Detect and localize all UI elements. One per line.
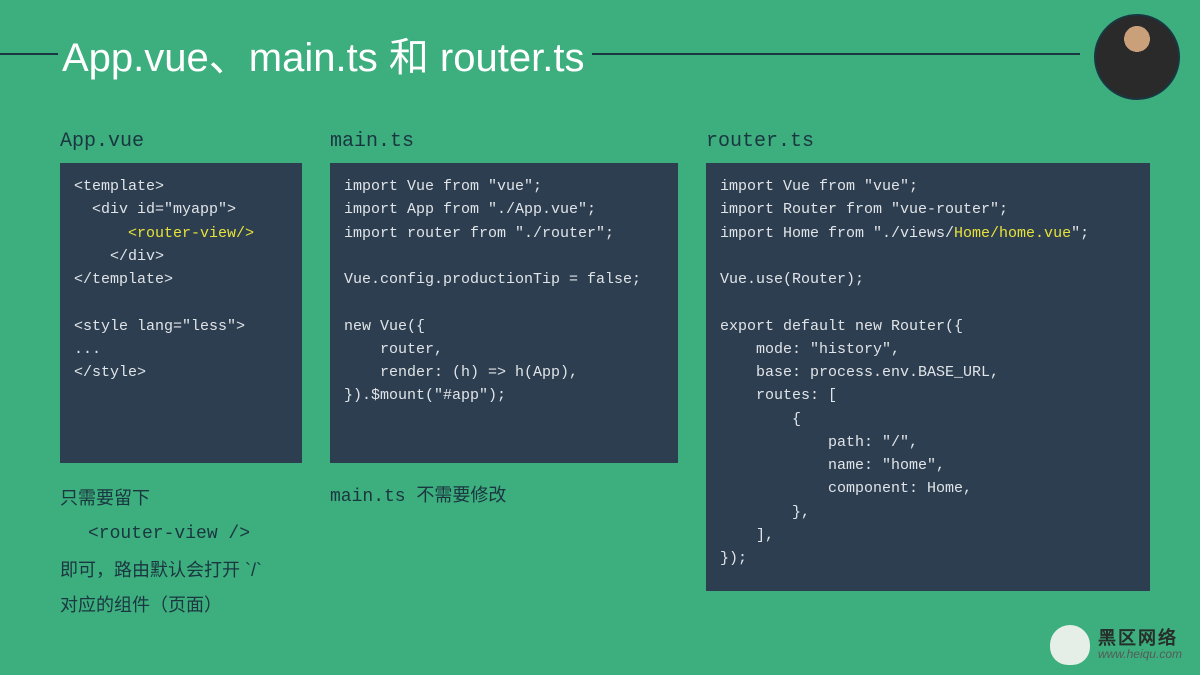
note-mono: main.ts (330, 487, 416, 507)
watermark-cn: 黑区网络 (1098, 629, 1182, 648)
column-app-vue: App.vue <template> <div id="myapp"> <rou… (60, 130, 302, 622)
note-line: 即可，路由默认会打开 `/` (60, 553, 302, 587)
column-heading-router: router.ts (706, 130, 1150, 153)
presenter-avatar (1094, 14, 1180, 100)
mushroom-icon (1050, 625, 1090, 665)
note-line: 对应的组件（页面） (60, 588, 302, 622)
code-block-main: import Vue from "vue"; import App from "… (330, 163, 678, 463)
watermark-text: 黑区网络 www.heiqu.com (1098, 629, 1182, 660)
page-title: App.vue、main.ts 和 router.ts (58, 25, 592, 83)
column-heading-app: App.vue (60, 130, 302, 153)
note-cjk: 不需要修改 (416, 485, 506, 505)
note-app: 只需要留下 <router-view /> 即可，路由默认会打开 `/` 对应的… (60, 481, 302, 622)
content-columns: App.vue <template> <div id="myapp"> <rou… (0, 80, 1200, 622)
code-highlight: Home/home.vue (954, 225, 1071, 242)
note-line: 只需要留下 (60, 481, 302, 515)
code-highlight: <router-view/> (128, 225, 254, 242)
watermark-en: www.heiqu.com (1098, 648, 1182, 661)
column-router-ts: router.ts import Vue from "vue"; import … (706, 130, 1150, 622)
code-block-router: import Vue from "vue"; import Router fro… (706, 163, 1150, 591)
note-code-inline: <router-view /> (60, 517, 302, 551)
code-text: "; Vue.use(Router); export default new R… (720, 225, 1089, 568)
column-main-ts: main.ts import Vue from "vue"; import Ap… (330, 130, 678, 622)
watermark: 黑区网络 www.heiqu.com (1050, 625, 1182, 665)
title-rule-left (0, 53, 58, 55)
column-heading-main: main.ts (330, 130, 678, 153)
note-main: main.ts 不需要修改 (330, 481, 678, 507)
title-rule-right (592, 53, 1080, 55)
title-bar: App.vue、main.ts 和 router.ts (0, 0, 1200, 80)
code-text: </div> </template> <style lang="less"> .… (74, 248, 245, 381)
code-block-app: <template> <div id="myapp"> <router-view… (60, 163, 302, 463)
